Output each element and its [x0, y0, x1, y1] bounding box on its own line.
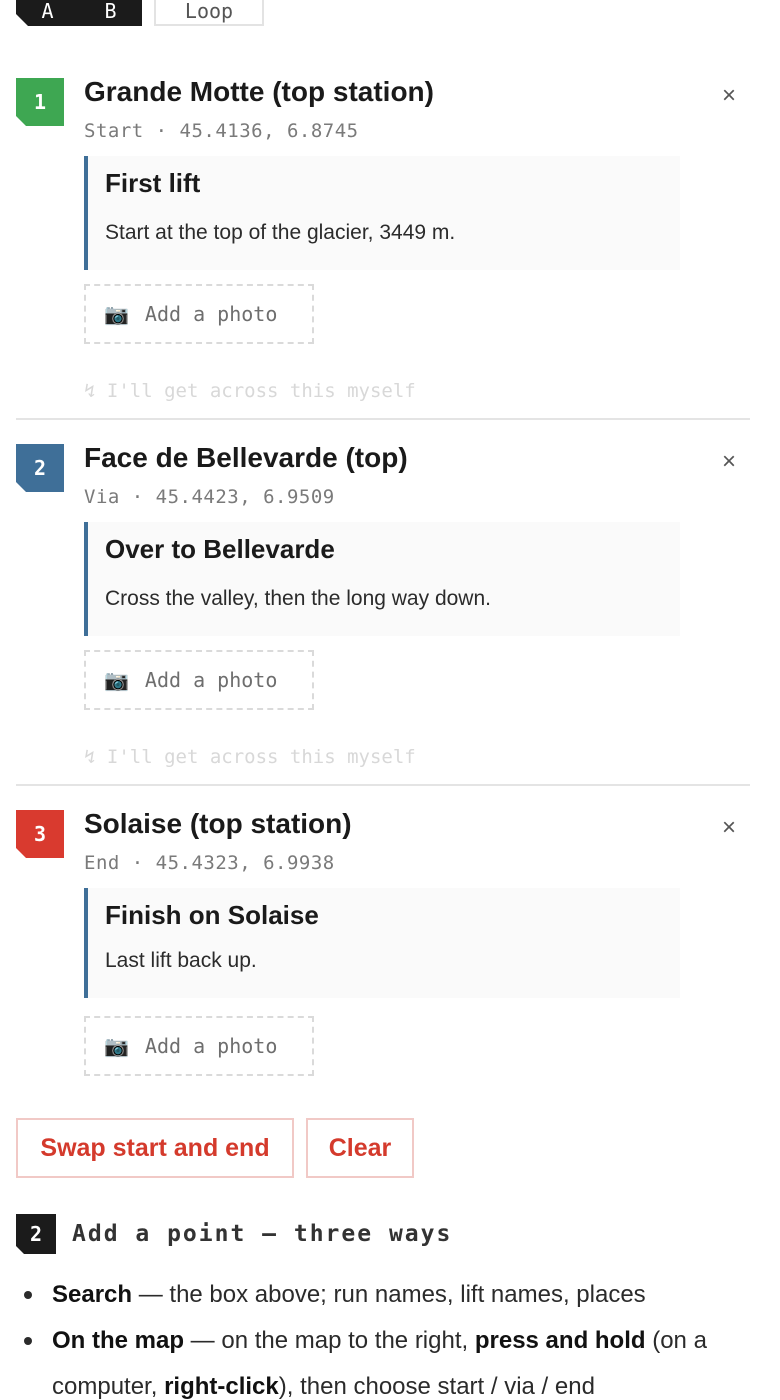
stop-note[interactable]: Finish on Solaise Last lift back up. [84, 888, 680, 998]
remove-stop-icon[interactable]: × [722, 450, 736, 474]
stop-coords: 45.4323, 6.9938 [155, 852, 335, 874]
note-title: First lift [105, 168, 201, 198]
list-item: On the map — on the map to the right, pr… [20, 1318, 760, 1400]
swap-start-end-button[interactable]: Swap start and end [16, 1118, 294, 1178]
mode-toggle: A B Loop [16, 0, 264, 26]
mode-loop-label: Loop [184, 0, 234, 23]
stop-meta: End · 45.4323, 6.9938 [84, 852, 335, 874]
stop-name: Face de Bellevarde (top) [84, 442, 408, 473]
camera-icon: 📷 [104, 302, 129, 326]
note-text: Cross the valley, then the long way down… [105, 587, 491, 610]
stop-note[interactable]: First lift Start at the top of the glaci… [84, 156, 680, 270]
stop-name: Solaise (top station) [84, 808, 352, 839]
self-cross-link[interactable]: ↯ I'll get across this myself [84, 746, 416, 768]
way-search-label: Search [52, 1281, 133, 1308]
mode-loop-button[interactable]: Loop [154, 0, 264, 26]
note-text: Start at the top of the glacier, 3449 m. [105, 221, 456, 244]
stop-role: Via [84, 486, 120, 508]
divider [16, 418, 750, 420]
note-text: Last lift back up. [105, 949, 257, 972]
stop-coords: 45.4136, 6.8745 [179, 120, 359, 142]
divider [16, 784, 750, 786]
self-cross-link[interactable]: ↯ I'll get across this myself [84, 380, 416, 402]
clear-button[interactable]: Clear [306, 1118, 414, 1178]
meta-separator: · [119, 486, 156, 508]
stop-number-badge: 2 [16, 444, 64, 492]
add-photo-label: Add a photo [144, 302, 278, 326]
route-actions: Swap start and end Clear [16, 1118, 414, 1178]
camera-icon: 📷 [104, 1034, 129, 1058]
section-number: 2 [16, 1214, 56, 1254]
way-map-press: press and hold [474, 1327, 646, 1354]
way-map-rightclick: right-click [164, 1373, 279, 1400]
section-header: 2 Add a point — three ways [16, 1214, 452, 1254]
add-point-ways-list: Search — the box above; run names, lift … [20, 1272, 760, 1400]
camera-icon: 📷 [104, 668, 129, 692]
stop-role: End [84, 852, 120, 874]
stop-number-badge: 1 [16, 78, 64, 126]
stop-number-badge: 3 [16, 810, 64, 858]
way-map-text-3: ), then choose start / via / end [278, 1373, 595, 1400]
stop-note[interactable]: Over to Bellevarde Cross the valley, the… [84, 522, 680, 636]
mode-a-to-b-button[interactable]: A B [16, 0, 142, 26]
way-search-text: — the box above; run names, lift names, … [132, 1281, 646, 1308]
stop-coords: 45.4423, 6.9509 [155, 486, 335, 508]
meta-separator: · [119, 852, 156, 874]
section-title: Add a point — three ways [72, 1221, 453, 1247]
add-photo-label: Add a photo [144, 1034, 278, 1058]
add-photo-label: Add a photo [144, 668, 278, 692]
stop-name: Grande Motte (top station) [84, 76, 434, 107]
way-map-label: On the map [52, 1327, 185, 1354]
add-photo-button[interactable]: 📷 Add a photo [84, 1016, 314, 1076]
note-title: Over to Bellevarde [105, 534, 335, 564]
note-title: Finish on Solaise [105, 900, 319, 930]
way-map-text: — on the map to the right, [184, 1327, 475, 1354]
mode-b-letter: B [104, 0, 117, 23]
remove-stop-icon[interactable]: × [722, 84, 736, 108]
add-photo-button[interactable]: 📷 Add a photo [84, 650, 314, 710]
stop-meta: Start · 45.4136, 6.8745 [84, 120, 359, 142]
stop-role: Start [84, 120, 144, 142]
add-photo-button[interactable]: 📷 Add a photo [84, 284, 314, 344]
meta-separator: · [143, 120, 180, 142]
stop-meta: Via · 45.4423, 6.9509 [84, 486, 335, 508]
remove-stop-icon[interactable]: × [722, 816, 736, 840]
list-item: Search — the box above; run names, lift … [20, 1272, 760, 1318]
mode-a-letter: A [41, 0, 54, 23]
